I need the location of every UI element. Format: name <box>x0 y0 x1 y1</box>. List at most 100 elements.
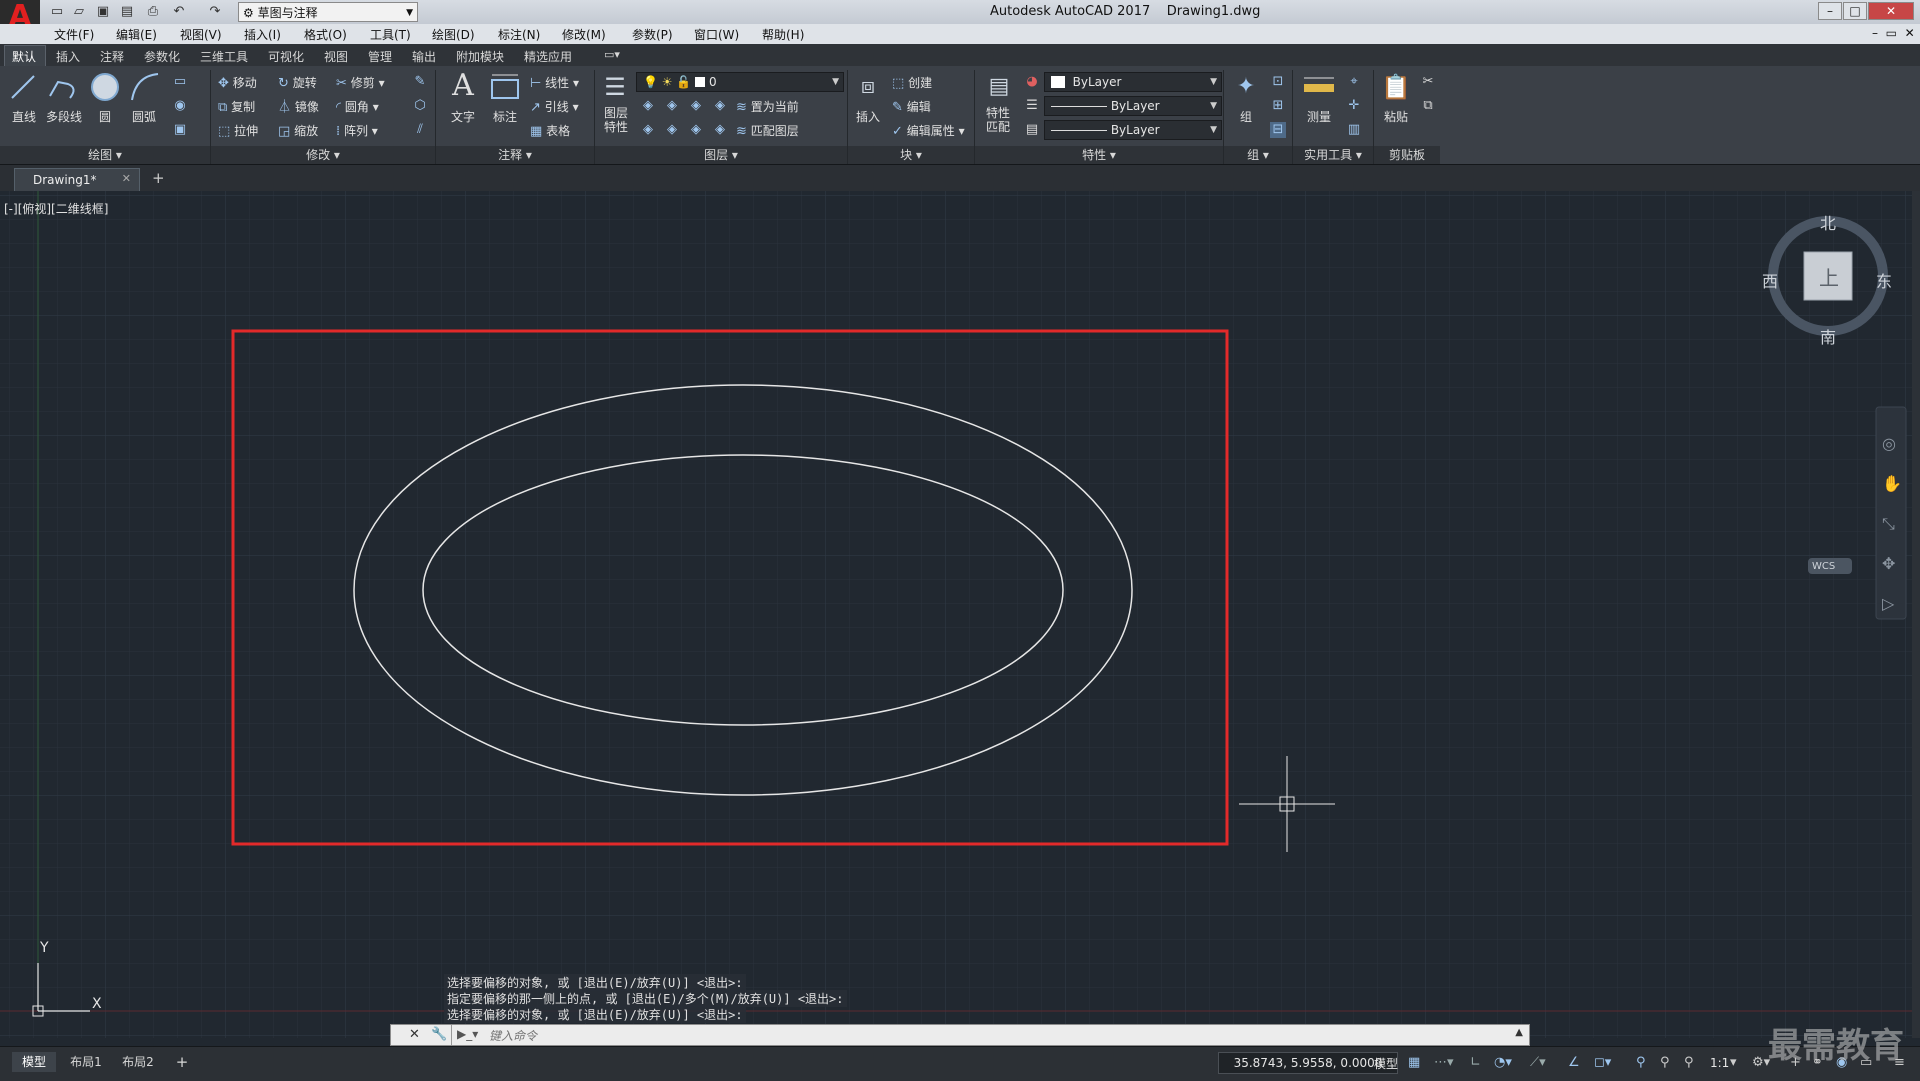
layer-properties-label[interactable]: 图层 特性 <box>598 106 634 134</box>
layer-dropdown[interactable]: 💡 ☀ 🔓 0 ▼ <box>636 72 844 92</box>
add-layout-plus-icon[interactable]: + <box>170 1052 194 1072</box>
layout-tab-model[interactable]: 模型 <box>12 1052 56 1072</box>
offset-icon[interactable]: ⫽ <box>412 122 428 138</box>
command-prompt-icon[interactable]: ▶_▾ <box>457 1027 478 1041</box>
tab-featured-apps[interactable]: 精选应用 <box>524 48 572 65</box>
menu-window[interactable]: 窗口(W) <box>694 26 739 43</box>
array-button[interactable]: ⁞ 阵列 ▾ <box>336 122 378 140</box>
copy-clip-icon[interactable]: ⧉ <box>1420 98 1436 114</box>
file-tab-drawing1[interactable]: Drawing1* ✕ <box>14 168 140 191</box>
orbit-icon[interactable]: ✥ <box>1882 544 1902 584</box>
insert-tool-label[interactable]: 插入 <box>850 108 886 125</box>
layer-properties-icon[interactable]: ☰ <box>600 70 630 104</box>
auto-scale-icon[interactable]: ⚲ <box>1660 1055 1670 1070</box>
menu-tools[interactable]: 工具(T) <box>370 26 411 43</box>
color-dropdown[interactable]: ByLayer ▼ <box>1044 72 1222 92</box>
tab-default[interactable]: 默认 <box>12 48 36 65</box>
layer-unisolate-icon[interactable]: ◈ <box>664 122 680 138</box>
copy-button[interactable]: ⧉ 复制 <box>218 98 255 116</box>
pan-hand-icon[interactable]: ✋ <box>1882 464 1902 504</box>
quick-select-icon[interactable]: ⌖ <box>1346 74 1362 90</box>
redo-icon[interactable]: ↷ <box>206 3 224 21</box>
save-as-icon[interactable]: ▤ <box>118 3 136 21</box>
grid-display-icon[interactable]: ▦ <box>1408 1055 1420 1070</box>
modify-panel-title[interactable]: 修改 ▾ <box>211 146 435 164</box>
new-file-icon[interactable]: ▭ <box>48 3 66 21</box>
group-select-icon[interactable]: ⊟ <box>1270 122 1286 138</box>
undo-icon[interactable]: ↶ <box>170 3 188 21</box>
viewcube-top-face-label[interactable]: 上 <box>1819 262 1839 291</box>
match-layer-button[interactable]: ≋ 匹配图层 <box>736 122 799 140</box>
coordinates-readout[interactable]: 35.8743, 5.9558, 0.0000 <box>1218 1052 1398 1074</box>
tab-addins[interactable]: 附加模块 <box>456 48 504 65</box>
layer-freeze-icon[interactable]: ◈ <box>688 98 704 114</box>
close-icon[interactable]: ✕ <box>122 172 131 185</box>
nav-bar-icons[interactable]: ◎ ✋ ⤡ ✥ ▷ <box>1882 424 1902 624</box>
line-tool-label[interactable]: 直线 <box>4 108 44 125</box>
trim-button[interactable]: ✂ 修剪 ▾ <box>336 74 385 92</box>
groups-panel-title[interactable]: 组 ▾ <box>1224 146 1292 164</box>
close-button[interactable]: ✕ <box>1868 2 1914 20</box>
block-panel-title[interactable]: 块 ▾ <box>848 146 974 164</box>
menu-dimension[interactable]: 标注(N) <box>498 26 540 43</box>
viewcube-north-label[interactable]: 北 <box>1820 210 1836 234</box>
ortho-icon[interactable]: ∟ <box>1470 1055 1481 1070</box>
tab-annotate[interactable]: 注释 <box>100 48 124 65</box>
move-button[interactable]: ✥ 移动 <box>218 74 257 92</box>
erase-icon[interactable]: ✎ <box>412 74 428 90</box>
layout-tab-layout1[interactable]: 布局1 <box>64 1052 108 1072</box>
menu-edit[interactable]: 编辑(E) <box>116 26 157 43</box>
table-button[interactable]: ▦ 表格 <box>530 122 570 140</box>
scale-button[interactable]: ◲ 缩放 <box>278 122 318 140</box>
print-icon[interactable]: ⎙ <box>144 3 162 21</box>
rectangle-icon[interactable]: ▭ <box>172 74 188 90</box>
group-icon[interactable]: ✦ <box>1230 70 1262 104</box>
edit-attributes-button[interactable]: ✓ 编辑属性 ▾ <box>892 122 965 140</box>
properties-panel-title[interactable]: 特性 ▾ <box>975 146 1223 164</box>
arc-tool-label[interactable]: 圆弧 <box>124 108 164 125</box>
tab-view[interactable]: 视图 <box>324 48 348 65</box>
mirror-button[interactable]: ⏃ 镜像 <box>278 98 319 116</box>
tab-3d-tools[interactable]: 三维工具 <box>200 48 248 65</box>
layer-on-icon[interactable]: ◈ <box>640 122 656 138</box>
boundary-icon[interactable]: ▣ <box>172 122 188 138</box>
line-icon[interactable] <box>8 70 38 104</box>
paste-icon[interactable]: 📋 <box>1380 70 1412 104</box>
linear-dim-button[interactable]: ⊢ 线性 ▾ <box>530 74 579 92</box>
measure-icon[interactable] <box>1302 72 1336 102</box>
draw-panel-title[interactable]: 绘图 ▾ <box>0 146 210 164</box>
menu-modify[interactable]: 修改(M) <box>562 26 606 43</box>
match-properties-label[interactable]: 特性 匹配 <box>980 106 1016 134</box>
annotation-visibility-icon[interactable]: ⚲ <box>1636 1055 1646 1070</box>
paste-tool-label[interactable]: 粘贴 <box>1378 108 1414 125</box>
close-icon[interactable]: ✕ <box>409 1027 420 1042</box>
circle-icon[interactable] <box>88 70 122 104</box>
text-icon[interactable]: A <box>446 68 480 106</box>
layer-unlock-icon[interactable]: ◈ <box>712 122 728 138</box>
set-current-button[interactable]: ≋ 置为当前 <box>736 98 799 116</box>
explode-icon[interactable]: ⬡ <box>412 98 428 114</box>
group-edit-icon[interactable]: ⊞ <box>1270 98 1286 114</box>
ribbon-options-icon[interactable]: ▭▾ <box>604 48 620 61</box>
match-properties-icon[interactable]: ▤ <box>984 70 1014 104</box>
tab-manage[interactable]: 管理 <box>368 48 392 65</box>
lineweight-icon[interactable]: ▤ <box>1024 122 1040 138</box>
hatch-icon[interactable]: ◉ <box>172 98 188 114</box>
utilities-panel-title[interactable]: 实用工具 ▾ <box>1293 146 1373 164</box>
drawing-canvas[interactable] <box>0 191 1912 1038</box>
edit-block-button[interactable]: ✎ 编辑 <box>892 98 931 116</box>
menu-file[interactable]: 文件(F) <box>54 26 94 43</box>
layer-isolate-icon[interactable]: ◈ <box>664 98 680 114</box>
cut-icon[interactable]: ✂ <box>1420 74 1436 90</box>
dimension-icon[interactable] <box>488 70 522 104</box>
viewport-controls-label[interactable]: [-][俯视][二维线框] <box>4 200 108 217</box>
fillet-button[interactable]: ◜ 圆角 ▾ <box>336 98 379 116</box>
annotation-panel-title[interactable]: 注释 ▾ <box>436 146 594 164</box>
lineweight-dropdown[interactable]: ByLayer ▼ <box>1044 120 1222 140</box>
circle-tool-label[interactable]: 圆 <box>88 108 122 125</box>
measure-tool-label[interactable]: 测量 <box>1300 108 1338 125</box>
polyline-tool-label[interactable]: 多段线 <box>42 108 86 125</box>
clipboard-panel-title[interactable]: 剪贴板 <box>1374 146 1440 164</box>
color-wheel-icon[interactable]: ◕ <box>1024 74 1040 90</box>
object-snap-tracking-icon[interactable]: ∠ <box>1568 1055 1580 1070</box>
